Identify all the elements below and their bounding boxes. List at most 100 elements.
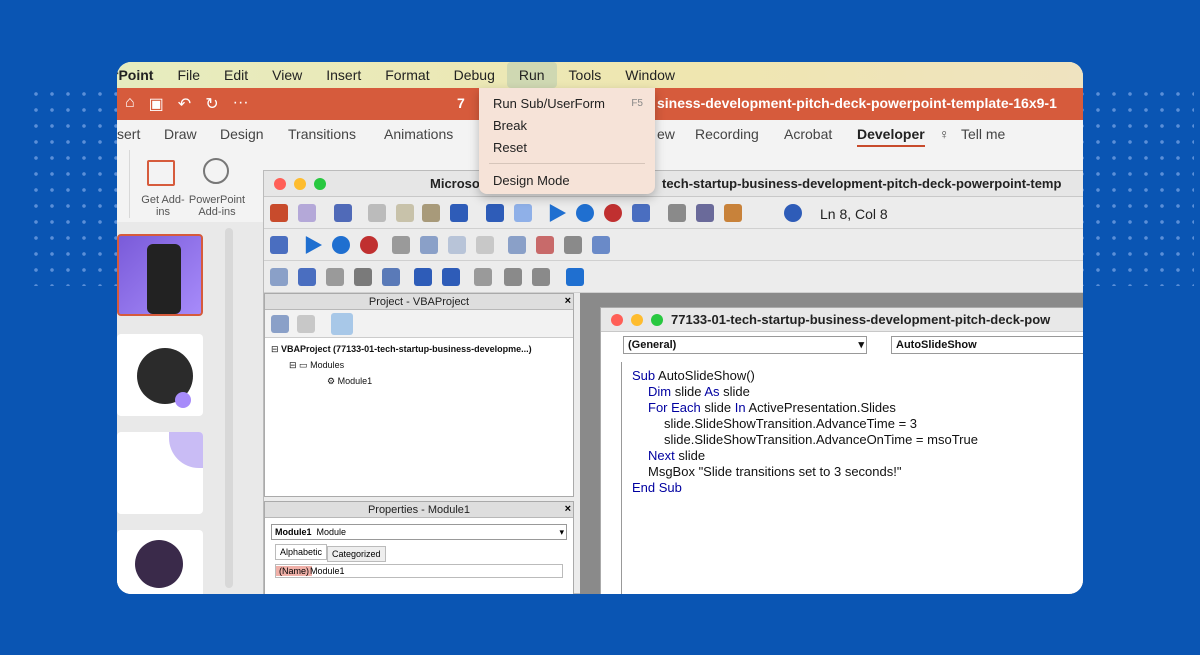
tab-animations[interactable]: Animations — [384, 126, 453, 142]
step-over-icon[interactable] — [448, 236, 466, 254]
slide-thumbnail[interactable] — [117, 432, 203, 514]
immediate-window-icon[interactable] — [536, 236, 554, 254]
object-browser-icon[interactable] — [724, 204, 742, 222]
undo-icon[interactable]: ↶ — [178, 94, 191, 114]
toggle-breakpoint-icon[interactable] — [474, 268, 492, 286]
menu-view[interactable]: View — [260, 62, 314, 88]
menu-item-reset[interactable]: Reset — [493, 140, 527, 155]
redo-icon[interactable]: ↻ — [205, 94, 218, 114]
properties-icon[interactable] — [696, 204, 714, 222]
tab-design[interactable]: Design — [220, 126, 264, 142]
tab-alphabetic[interactable]: Alphabetic — [275, 544, 328, 560]
watch-window-icon[interactable] — [564, 236, 582, 254]
tab-categorized[interactable]: Categorized — [327, 546, 386, 562]
tab-transitions[interactable]: Transitions — [288, 126, 356, 142]
gear-icon[interactable] — [203, 158, 229, 184]
tab-developer[interactable]: Developer — [857, 126, 925, 147]
complete-word-icon[interactable] — [382, 268, 400, 286]
menu-file[interactable]: File — [165, 62, 212, 88]
property-row[interactable]: (Name) Module1 — [275, 564, 563, 578]
thumbnail-scrollbar[interactable] — [225, 228, 233, 588]
pause-icon[interactable] — [332, 236, 350, 254]
menu-edit[interactable]: Edit — [212, 62, 260, 88]
cut-icon[interactable] — [368, 204, 386, 222]
stop-icon[interactable] — [360, 236, 378, 254]
uncomment-block-icon[interactable] — [532, 268, 550, 286]
home-icon[interactable]: ⌂ — [125, 94, 135, 114]
locals-window-icon[interactable] — [508, 236, 526, 254]
outdent-icon[interactable] — [442, 268, 460, 286]
tab-acrobat[interactable]: Acrobat — [784, 126, 832, 142]
close-button[interactable] — [274, 178, 286, 190]
list-properties-icon[interactable] — [270, 268, 288, 286]
close-icon[interactable]: × — [565, 503, 571, 515]
code-editor[interactable]: Sub AutoSlideShow() Dim slide As slide For… — [621, 362, 1083, 594]
menu-item-run-sub[interactable]: Run Sub/UserForm — [493, 96, 605, 111]
menu-format[interactable]: Format — [373, 62, 441, 88]
minimize-button[interactable] — [294, 178, 306, 190]
indent-icon[interactable] — [414, 268, 432, 286]
view-object-icon[interactable] — [297, 315, 315, 333]
redo-icon[interactable] — [514, 204, 532, 222]
object-combo[interactable]: (General) ▾ — [623, 336, 867, 354]
zoom-button[interactable] — [651, 314, 663, 326]
step-out-icon[interactable] — [476, 236, 494, 254]
menu-debug[interactable]: Debug — [442, 62, 507, 88]
tree-root[interactable]: ⊟ VBAProject (77133-01-tech-startup-busi… — [271, 344, 532, 355]
toggle-bookmark-icon[interactable] — [566, 268, 584, 286]
tab-insert[interactable]: sert — [117, 126, 140, 142]
save-icon[interactable]: ▣ — [149, 94, 164, 114]
run-icon[interactable] — [549, 204, 566, 222]
close-icon[interactable]: × — [565, 295, 571, 307]
slide-thumbnail[interactable] — [117, 234, 203, 316]
more-icon[interactable]: ··· — [233, 94, 249, 114]
tab-view[interactable]: ew — [657, 126, 675, 142]
code-text[interactable]: Sub AutoSlideShow() Dim slide As slide For… — [632, 368, 978, 496]
save-icon[interactable] — [334, 204, 352, 222]
tell-me[interactable]: Tell me — [961, 126, 1005, 142]
object-selector[interactable]: Module1 Module ▾ — [271, 524, 567, 540]
undo-icon[interactable] — [486, 204, 504, 222]
help-icon[interactable] — [784, 204, 802, 222]
slide-thumbnail[interactable] — [117, 530, 203, 594]
powerpoint-icon[interactable] — [270, 204, 288, 222]
toggle-breakpoint-icon[interactable] — [392, 236, 410, 254]
stop-icon[interactable] — [604, 204, 622, 222]
menu-window[interactable]: Window — [613, 62, 687, 88]
menu-run[interactable]: Run — [506, 62, 557, 88]
powerpoint-addins-button[interactable]: PowerPoint Add-ins — [185, 194, 249, 218]
menu-tools[interactable]: Tools — [557, 62, 614, 88]
list-constants-icon[interactable] — [298, 268, 316, 286]
minimize-button[interactable] — [631, 314, 643, 326]
paste-icon[interactable] — [422, 204, 440, 222]
tab-draw[interactable]: Draw — [164, 126, 197, 142]
app-name[interactable]: rPoint — [117, 62, 165, 88]
menu-item-break[interactable]: Break — [493, 118, 527, 133]
menu-item-design-mode[interactable]: Design Mode — [493, 173, 570, 188]
insert-object-icon[interactable] — [298, 204, 316, 222]
slide-thumbnail[interactable] — [117, 334, 203, 416]
close-button[interactable] — [611, 314, 623, 326]
tree-modules[interactable]: ⊟ ▭ Modules — [289, 360, 344, 371]
design-mode-icon[interactable] — [632, 204, 650, 222]
menu-insert[interactable]: Insert — [314, 62, 373, 88]
quick-watch-icon[interactable] — [592, 236, 610, 254]
get-addins-button[interactable]: Get Add-ins — [139, 194, 187, 218]
step-into-icon[interactable] — [420, 236, 438, 254]
tree-module1[interactable]: ⚙ Module1 — [327, 376, 372, 387]
find-icon[interactable] — [450, 204, 468, 222]
run-icon[interactable] — [305, 236, 322, 254]
add-ins-icon[interactable] — [147, 160, 175, 186]
design-mode-icon[interactable] — [270, 236, 288, 254]
pause-icon[interactable] — [576, 204, 594, 222]
parameter-info-icon[interactable] — [354, 268, 372, 286]
comment-block-icon[interactable] — [504, 268, 522, 286]
toggle-folders-icon[interactable] — [331, 313, 353, 335]
quick-info-icon[interactable] — [326, 268, 344, 286]
project-explorer-icon[interactable] — [668, 204, 686, 222]
view-code-icon[interactable] — [271, 315, 289, 333]
procedure-combo[interactable]: AutoSlideShow — [891, 336, 1083, 354]
copy-icon[interactable] — [396, 204, 414, 222]
tab-recording[interactable]: Recording — [695, 126, 759, 142]
zoom-button[interactable] — [314, 178, 326, 190]
